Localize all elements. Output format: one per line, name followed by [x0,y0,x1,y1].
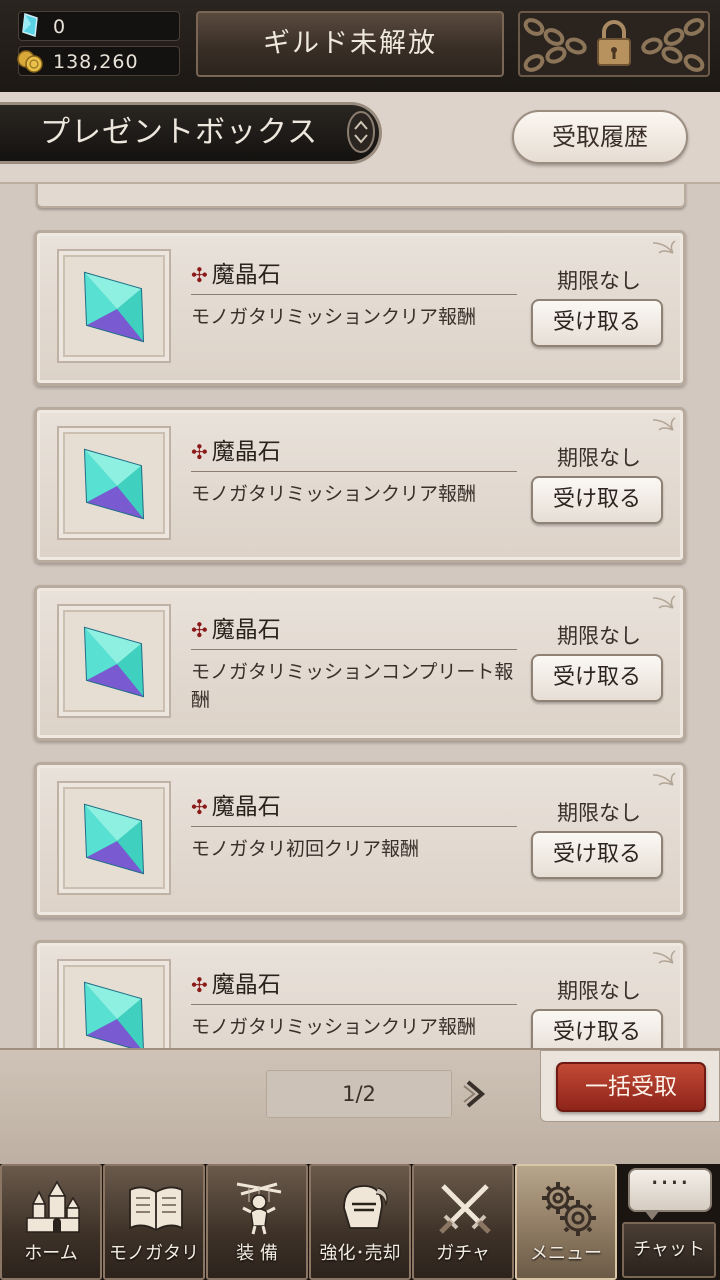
cross-icon: ✣ [191,618,208,642]
item-name-text: 魔晶石 [211,439,281,465]
expiry-label: 期限なし [557,979,641,1003]
list-item: ✣ 魔晶石 モノガタリ初回クリア報酬 期限なし 受け取る [34,762,686,918]
helmet-icon [343,1185,388,1229]
list-item: ✣ 魔晶石 モノガタリミッションクリア報酬 期限なし 受け取る [34,407,686,563]
corner-ornament-icon [652,595,676,609]
cross-icon: ✣ [191,263,208,287]
nav-equip[interactable]: 装 備 [206,1164,308,1280]
crystal-icon [83,626,145,698]
receive-button[interactable]: 受け取る [531,654,663,702]
item-name: ✣ 魔晶石 [191,610,281,644]
crystal-icon [83,448,145,520]
page-title: プレゼントボックス [0,102,382,164]
gold-count: 138,260 [53,51,139,73]
top-status-bar: 0 138,260 ギルド未解放 [0,0,720,92]
item-name: ✣ 魔晶石 [191,787,281,821]
nav-label: チャット [633,1239,705,1260]
next-page-icon[interactable] [462,1078,488,1110]
nav-enhance-sell[interactable]: 強化･売却 [309,1164,411,1280]
item-name-text: 魔晶石 [211,972,281,998]
list-item: ✣ 魔晶石 モノガタリミッションコンプリート報酬 期限なし 受け取る [34,585,686,741]
chained-lock-icon [523,18,705,72]
nav-label: 強化･売却 [319,1243,401,1264]
nav-monogatari[interactable]: モノガタリ [103,1164,205,1280]
gem-count: 0 [53,16,67,38]
gears-icon [542,1182,596,1236]
corner-ornament-icon [652,240,676,254]
cross-icon: ✣ [191,973,208,997]
item-description: モノガタリミッションクリア報酬 [191,1016,477,1038]
item-description: モノガタリミッションコンプリート報酬 [191,661,514,711]
nav-label: モノガタリ [109,1243,199,1264]
item-name: ✣ 魔晶石 [191,255,281,289]
cross-icon: ✣ [191,440,208,464]
receive-button[interactable]: 受け取る [531,299,663,347]
divider [191,1004,517,1005]
item-icon-frame [57,781,171,895]
item-icon-frame [57,249,171,363]
chat-bubble-icon: ···· [628,1168,712,1212]
bottom-nav: ホーム モノガタリ 装 備 強化･売却 ガチャ メニュー ···· チャット [0,1164,720,1280]
crystal-icon [83,803,145,875]
item-icon-frame [57,959,171,1048]
divider [191,294,517,295]
nav-menu[interactable]: メニュー [515,1164,617,1280]
corner-ornament-icon [652,950,676,964]
castle-icon [26,1180,81,1233]
item-name-text: 魔晶石 [211,262,281,288]
locked-feature-button[interactable] [518,11,710,77]
item-description: モノガタリ初回クリア報酬 [191,838,420,860]
bulk-receive-button[interactable]: 一括受取 [556,1062,706,1112]
crystal-icon [83,271,145,343]
divider [191,826,517,827]
puppet-icon [236,1182,282,1235]
receive-history-button[interactable]: 受取履歴 [512,110,688,164]
page-indicator: 1/2 [266,1070,452,1118]
nav-label: ホーム [24,1243,78,1264]
corner-ornament-icon [652,417,676,431]
receive-button[interactable]: 受け取る [531,1009,663,1048]
expiry-label: 期限なし [557,446,641,470]
list-item-partial [36,184,686,208]
present-list[interactable]: ✣ 魔晶石 モノガタリミッションクリア報酬 期限なし 受け取る ✣ 魔晶石 モノガタ… [0,184,720,1048]
list-item: ✣ 魔晶石 モノガタリミッションクリア報酬 期限なし 受け取る [34,940,686,1048]
crystal-icon [83,981,144,1048]
expiry-label: 期限なし [557,801,641,825]
chat-bubble-tail [644,1210,660,1220]
gold-counter: 138,260 [17,46,180,76]
crossed-swords-icon [439,1184,491,1234]
open-book-icon [129,1186,183,1232]
nav-home[interactable]: ホーム [0,1164,102,1280]
item-name-text: 魔晶石 [211,794,281,820]
item-name: ✣ 魔晶石 [191,432,281,466]
corner-ornament-icon [652,772,676,786]
item-icon-frame [57,604,171,718]
nav-label: ガチャ [436,1243,490,1264]
nav-label: メニュー [530,1243,602,1264]
expiry-label: 期限なし [557,269,641,293]
guild-locked-button[interactable]: ギルド未解放 [196,11,504,77]
expiry-label: 期限なし [557,624,641,648]
receive-button[interactable]: 受け取る [531,476,663,524]
chat-label-plate: チャット [622,1222,716,1278]
divider [191,649,517,650]
gem-icon [22,12,38,38]
sort-arrows-icon[interactable] [346,109,376,155]
item-description: モノガタリミッションクリア報酬 [191,483,477,505]
item-name-text: 魔晶石 [211,617,281,643]
nav-chat[interactable]: ···· チャット [618,1164,720,1280]
item-description: モノガタリミッションクリア報酬 [191,306,477,328]
list-footer: 1/2 一括受取 [0,1048,720,1166]
receive-button[interactable]: 受け取る [531,831,663,879]
divider [191,471,517,472]
item-icon-frame [57,426,171,540]
cross-icon: ✣ [191,795,208,819]
list-item: ✣ 魔晶石 モノガタリミッションクリア報酬 期限なし 受け取る [34,230,686,386]
nav-gacha[interactable]: ガチャ [412,1164,514,1280]
item-name: ✣ 魔晶石 [191,965,281,999]
gem-counter: 0 [18,11,180,41]
gold-coins-icon [17,50,43,73]
nav-label: 装 備 [236,1243,278,1264]
